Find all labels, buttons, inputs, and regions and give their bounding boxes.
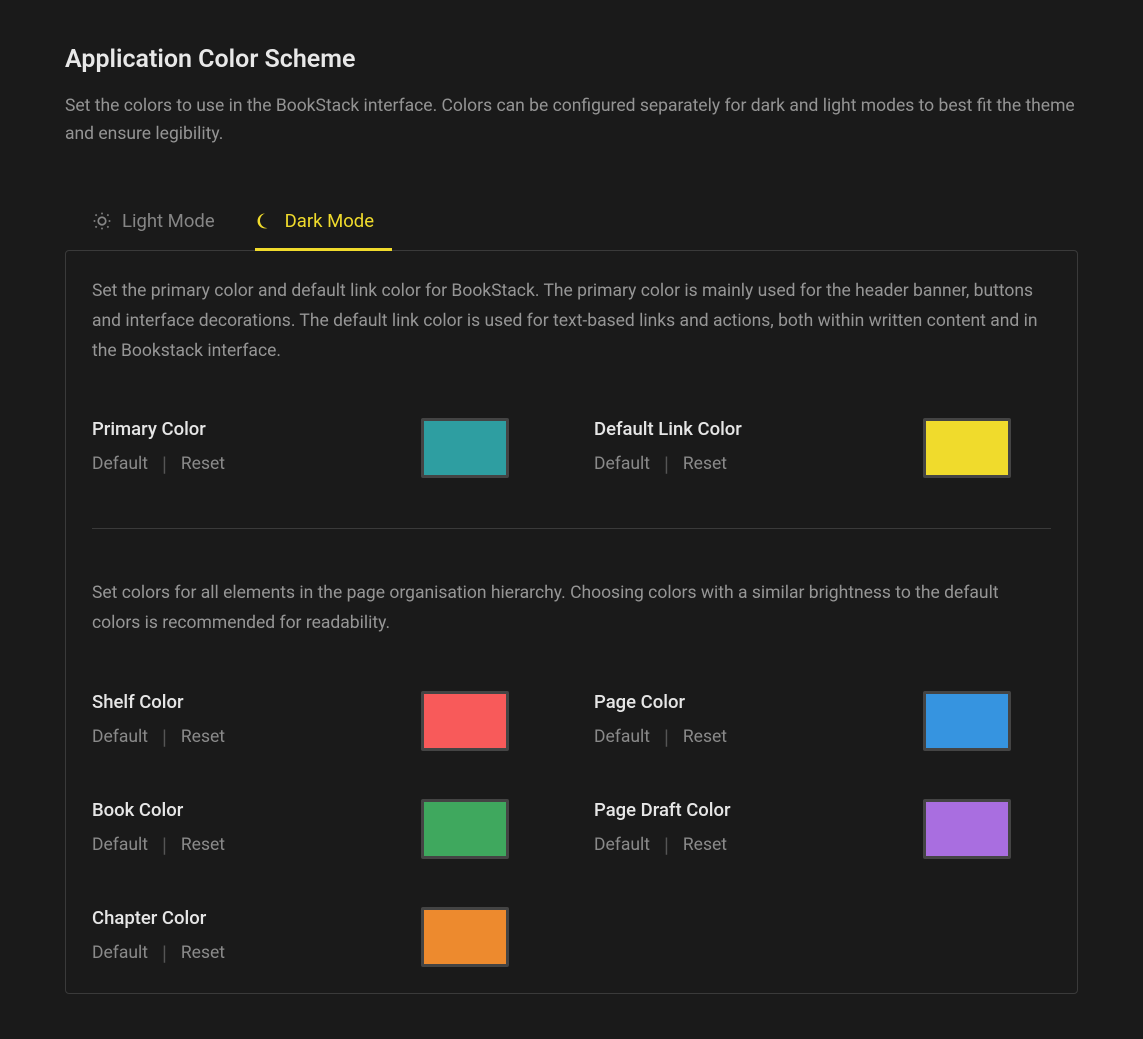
draft-reset-link[interactable]: Reset: [683, 835, 727, 855]
page-reset-link[interactable]: Reset: [683, 727, 727, 747]
separator: |: [664, 452, 669, 476]
settings-panel: Set the primary color and default link c…: [65, 250, 1078, 994]
panel-description-top: Set the primary color and default link c…: [92, 277, 1051, 366]
separator: |: [162, 833, 167, 857]
chapter-reset-link[interactable]: Reset: [181, 943, 225, 963]
book-reset-link[interactable]: Reset: [181, 835, 225, 855]
color-row-shelf: Shelf Color Default | Reset: [92, 691, 549, 751]
draft-default-link[interactable]: Default: [594, 835, 650, 855]
tab-dark-mode[interactable]: Dark Mode: [255, 198, 392, 251]
link-default-link[interactable]: Default: [594, 454, 650, 474]
page-description: Set the colors to use in the BookStack i…: [65, 92, 1078, 148]
separator: |: [162, 452, 167, 476]
page-color-label: Page Color: [594, 691, 727, 713]
separator: |: [162, 725, 167, 749]
book-color-label: Book Color: [92, 799, 225, 821]
tab-light-label: Light Mode: [122, 210, 215, 232]
primary-default-link[interactable]: Default: [92, 454, 148, 474]
chapter-color-swatch[interactable]: [421, 907, 509, 967]
sun-icon: [92, 211, 112, 231]
draft-color-swatch[interactable]: [923, 799, 1011, 859]
shelf-default-link[interactable]: Default: [92, 727, 148, 747]
shelf-color-swatch[interactable]: [421, 691, 509, 751]
shelf-reset-link[interactable]: Reset: [181, 727, 225, 747]
chapter-default-link[interactable]: Default: [92, 943, 148, 963]
link-color-swatch[interactable]: [923, 418, 1011, 478]
link-reset-link[interactable]: Reset: [683, 454, 727, 474]
book-color-swatch[interactable]: [421, 799, 509, 859]
chapter-color-label: Chapter Color: [92, 907, 225, 929]
separator: |: [162, 941, 167, 965]
separator: |: [664, 833, 669, 857]
draft-color-label: Page Draft Color: [594, 799, 731, 821]
color-row-chapter: Chapter Color Default | Reset: [92, 907, 549, 967]
section-divider: [92, 528, 1051, 529]
page-color-swatch[interactable]: [923, 691, 1011, 751]
book-default-link[interactable]: Default: [92, 835, 148, 855]
mode-tabs: Light Mode Dark Mode: [65, 198, 1078, 251]
separator: |: [664, 725, 669, 749]
primary-color-swatch[interactable]: [421, 418, 509, 478]
color-row-link: Default Link Color Default | Reset: [594, 418, 1051, 478]
page-default-link[interactable]: Default: [594, 727, 650, 747]
color-row-primary: Primary Color Default | Reset: [92, 418, 549, 478]
color-row-page: Page Color Default | Reset: [594, 691, 1051, 751]
panel-description-bottom: Set colors for all elements in the page …: [92, 579, 1051, 639]
shelf-color-label: Shelf Color: [92, 691, 225, 713]
color-row-draft: Page Draft Color Default | Reset: [594, 799, 1051, 859]
color-row-book: Book Color Default | Reset: [92, 799, 549, 859]
tab-light-mode[interactable]: Light Mode: [92, 198, 233, 251]
link-color-label: Default Link Color: [594, 418, 742, 440]
primary-color-label: Primary Color: [92, 418, 225, 440]
tab-dark-label: Dark Mode: [285, 210, 374, 232]
page-title: Application Color Scheme: [65, 45, 1078, 74]
moon-icon: [255, 211, 275, 231]
primary-reset-link[interactable]: Reset: [181, 454, 225, 474]
